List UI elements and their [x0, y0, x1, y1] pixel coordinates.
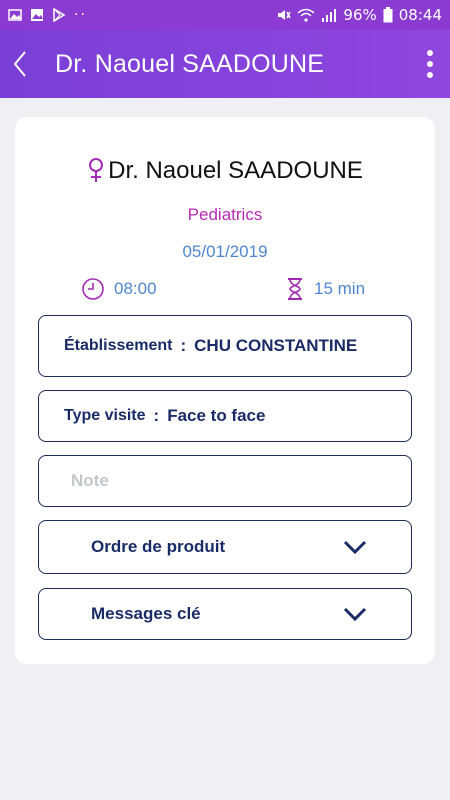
clock: 08:44 — [398, 6, 442, 24]
establishment-value: CHU CONSTANTINE — [194, 336, 358, 355]
chevron-left-icon — [13, 51, 26, 77]
key-messages-label: Messages clé — [91, 604, 201, 623]
image-icon — [8, 9, 22, 21]
wifi-icon — [297, 8, 315, 22]
chevron-down-icon — [343, 607, 367, 621]
status-left-icons: ·· — [0, 7, 87, 23]
time-value: 08:00 — [114, 279, 157, 298]
status-bar: ·· 96% 08:44 — [0, 0, 450, 30]
visit-type-field: Type visite : Face to face — [38, 390, 412, 442]
gallery-icon — [31, 9, 43, 21]
female-icon — [89, 158, 104, 182]
doctor-name: Dr. Naouel SAADOUNE — [108, 157, 363, 184]
product-order-label: Ordre de produit — [91, 537, 226, 556]
battery-percent: 96% — [343, 6, 377, 24]
chevron-down-icon — [343, 540, 367, 554]
appointment-duration: 15 min — [287, 277, 365, 301]
menu-dot — [427, 72, 433, 78]
battery-icon — [383, 7, 393, 23]
visit-type-label: Type visite — [64, 407, 146, 424]
note-input[interactable] — [71, 471, 371, 491]
appointment-date: 05/01/2019 — [182, 242, 268, 261]
back-button[interactable] — [0, 30, 40, 98]
establishment-label: Établissement — [64, 337, 173, 354]
appointment-time: 08:00 — [81, 277, 157, 301]
overflow-menu-button[interactable] — [416, 30, 444, 98]
hourglass-icon — [288, 278, 302, 300]
duration-value: 15 min — [314, 279, 366, 298]
establishment-separator: : — [180, 336, 187, 355]
establishment-field: Établissement : CHU CONSTANTINE — [38, 315, 412, 377]
note-field — [38, 455, 412, 507]
more-dots-icon: ·· — [74, 7, 87, 23]
visit-type-value: Face to face — [167, 406, 266, 425]
appointment-card: Dr. Naouel SAADOUNE Pediatrics 05/01/201… — [15, 117, 435, 664]
status-right-icons: 96% 08:44 — [277, 6, 450, 24]
visit-type-separator: : — [153, 406, 160, 425]
specialty-label: Pediatrics — [187, 205, 263, 224]
signal-icon — [322, 9, 337, 22]
clock-icon — [82, 278, 104, 300]
key-messages-dropdown[interactable]: Messages clé — [38, 588, 412, 640]
app-bar: Dr. Naouel SAADOUNE — [0, 30, 450, 98]
page-title: Dr. Naouel SAADOUNE — [55, 49, 325, 78]
time-row: 08:00 15 min — [15, 277, 435, 303]
doctor-header: Dr. Naouel SAADOUNE — [15, 157, 435, 185]
more-vert-icon — [427, 50, 433, 56]
mute-icon — [278, 10, 292, 20]
product-order-dropdown[interactable]: Ordre de produit — [38, 520, 412, 574]
menu-dot — [427, 61, 433, 67]
play-store-icon — [53, 8, 66, 22]
